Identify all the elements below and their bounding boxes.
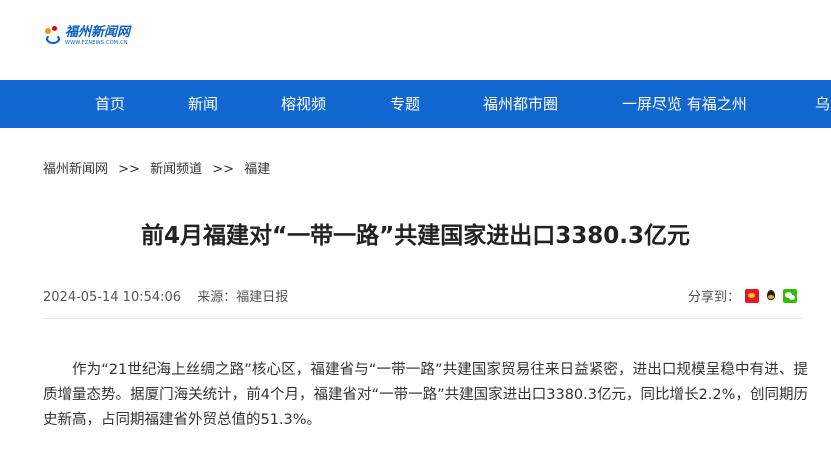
- article-title: 前4月福建对“一带一路”共建国家进出口3380.3亿元: [141, 223, 690, 249]
- nav-item-video[interactable]: 榕视频: [281, 80, 326, 128]
- article-source: 来源：福建日报: [197, 290, 289, 305]
- wechat-icon[interactable]: [783, 288, 798, 303]
- logo-name: 福州新闻网: [65, 25, 131, 40]
- main-nav: 首页 新闻 榕视频 专题 福州都市圈 一屏尽览 有福之州 乌: [0, 80, 831, 128]
- share-bar: 分享到：: [688, 286, 798, 305]
- share-label: 分享到：: [688, 290, 741, 305]
- article-datetime: 2024-05-14 10:54:06: [43, 290, 182, 305]
- nav-item-home[interactable]: 首页: [95, 80, 125, 128]
- qq-icon[interactable]: [764, 288, 779, 303]
- site-header: 福州新闻网 WWW.FZNEWS.COM.CN: [0, 0, 831, 80]
- nav-item-metro[interactable]: 福州都市圈: [483, 80, 558, 128]
- breadcrumb-item-home[interactable]: 福州新闻网: [43, 162, 108, 177]
- breadcrumb-item-fujian[interactable]: 福建: [244, 162, 270, 177]
- breadcrumb-separator: >>: [212, 162, 235, 177]
- nav-item-topics[interactable]: 专题: [390, 80, 420, 128]
- nav-item-news[interactable]: 新闻: [188, 80, 218, 128]
- site-logo[interactable]: 福州新闻网 WWW.FZNEWS.COM.CN: [43, 26, 130, 46]
- article-meta: 2024-05-14 10:54:06 来源：福建日报: [43, 286, 288, 305]
- logo-url: WWW.FZNEWS.COM.CN: [65, 40, 128, 46]
- breadcrumb-separator: >>: [118, 162, 140, 177]
- weibo-icon[interactable]: [745, 288, 760, 303]
- logo-mark-icon: [43, 26, 63, 46]
- breadcrumb: 福州新闻网 >> 新闻频道 >> 福建: [43, 158, 270, 177]
- breadcrumb-item-channel[interactable]: 新闻频道: [150, 162, 202, 177]
- article-body: 作为“21世纪海上丝绸之路”核心区，福建省与“一带一路”共建国家贸易往来日益紧密…: [43, 362, 808, 428]
- nav-item-overview[interactable]: 一屏尽览 有福之州: [622, 80, 747, 128]
- meta-divider: [43, 318, 803, 319]
- nav-item-more[interactable]: 乌: [815, 80, 830, 128]
